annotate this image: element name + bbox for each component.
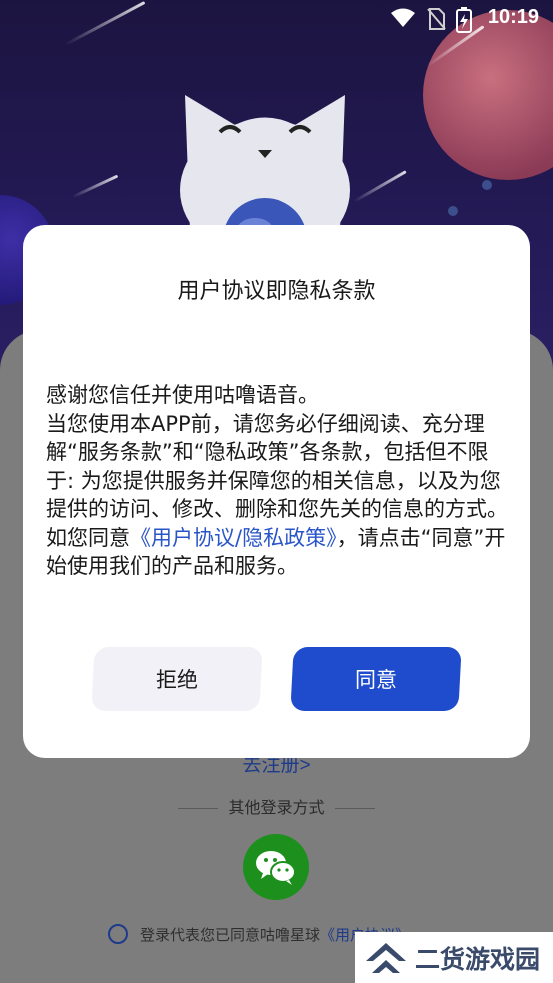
watermark-text: 二货游戏园 [415, 944, 541, 974]
battery-charging-icon [456, 7, 472, 33]
divider-line [178, 808, 219, 809]
dialog-title: 用户协议即隐私条款 [177, 279, 376, 304]
dialog-intro-text: 感谢您信任并使用咕噜语音。 [46, 383, 319, 407]
status-time: 10:19 [487, 6, 539, 28]
user-privacy-policy-link[interactable]: 《用户协议/隐私政策》 [130, 526, 337, 550]
dialog-main-text: 当您使用本APP前，请您务必仔细阅读、充分理解“服务条款”和“隐私政策”各条款，… [46, 410, 511, 581]
agree-button[interactable]: 同意 [290, 647, 462, 711]
agree-button-label: 同意 [355, 669, 397, 692]
reject-button-label: 拒绝 [156, 669, 198, 692]
no-sim-icon [427, 8, 446, 30]
wechat-login-button[interactable] [243, 834, 309, 900]
double-chevron-up-icon [366, 942, 406, 973]
other-login-divider: 其他登录方式 [0, 794, 553, 818]
watermark: 二货游戏园 [355, 932, 553, 983]
star-dot [448, 206, 458, 216]
wechat-icon [256, 851, 296, 885]
other-login-label: 其他登录方式 [228, 798, 325, 817]
divider-line [334, 808, 375, 809]
status-bar: 10:19 [0, 0, 553, 38]
star-dot [482, 180, 492, 190]
wifi-icon [391, 8, 415, 27]
agreement-radio[interactable] [108, 924, 128, 944]
reject-button[interactable]: 拒绝 [91, 647, 263, 711]
privacy-agreement-dialog: 用户协议即隐私条款 感谢您信任并使用咕噜语音。 当您使用本APP前，请您务必仔细… [23, 225, 530, 758]
dialog-body: 感谢您信任并使用咕噜语音。 当您使用本APP前，请您务必仔细阅读、充分理解“服务… [46, 381, 511, 581]
agreement-text: 登录代表您已同意咕噜星球 [140, 925, 321, 944]
